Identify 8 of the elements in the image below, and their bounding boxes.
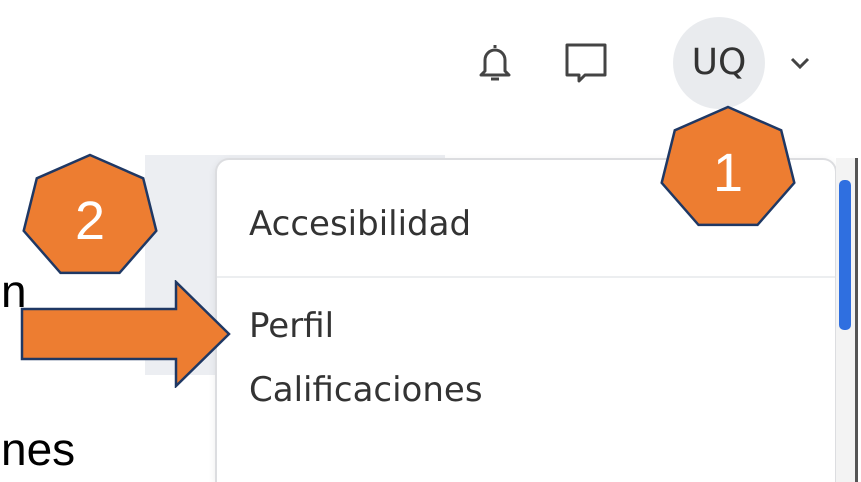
menu-item[interactable]: Calificaciones	[217, 358, 835, 422]
menu-item[interactable]: Perfil	[217, 294, 835, 358]
user-avatar[interactable]: UQ	[673, 16, 765, 108]
text-fragment: n	[1, 268, 27, 314]
messages-icon[interactable]	[563, 40, 609, 84]
scrollbar[interactable]	[836, 158, 858, 482]
text-fragment: nes	[1, 426, 76, 472]
step-number: 2	[74, 191, 106, 251]
